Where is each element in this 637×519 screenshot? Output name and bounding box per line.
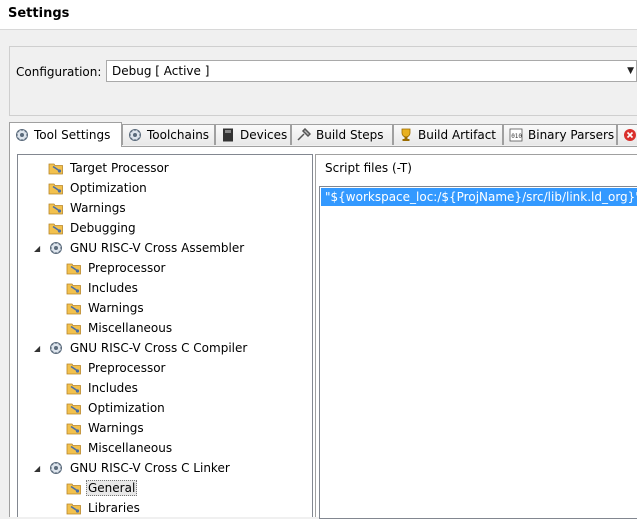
list-item[interactable]: "${workspace_loc:/${ProjName}/src/lib/li… <box>321 188 637 206</box>
expand-toggle-icon[interactable]: ◢ <box>34 464 44 473</box>
tab-label: Binary Parsers <box>528 128 615 142</box>
option-folder-icon <box>66 420 82 436</box>
tree-item-label: Optimization <box>88 401 165 415</box>
tree-item-label: General <box>86 480 138 496</box>
tree-item-label: GNU RISC-V Cross C Compiler <box>70 341 248 355</box>
tree-item[interactable]: General <box>18 478 138 498</box>
tree-item-label: Debugging <box>70 221 136 235</box>
option-folder-icon <box>48 200 64 216</box>
tree-item[interactable]: Warnings <box>18 418 146 438</box>
tab-error-parsers[interactable] <box>617 124 637 145</box>
tree-item-label: Miscellaneous <box>88 321 173 335</box>
tree-item-label: Preprocessor <box>88 361 166 375</box>
tree-item[interactable]: Warnings <box>18 298 146 318</box>
option-folder-icon <box>66 500 82 516</box>
tree-item-label: GNU RISC-V Cross Assembler <box>70 241 245 255</box>
tree-item[interactable]: Debugging <box>18 218 138 238</box>
tree-item-label: Optimization <box>70 181 147 195</box>
tree-item-label: Target Processor <box>70 161 169 175</box>
tab-tool-settings[interactable]: Tool Settings <box>9 122 122 147</box>
tab-toolchains[interactable]: Toolchains <box>122 124 215 145</box>
script-files-label: Script files (-T) <box>325 161 412 175</box>
tree-item-label: Includes <box>88 281 138 295</box>
tab-build-steps[interactable]: Build Steps <box>291 124 393 145</box>
tree-item-label: Miscellaneous <box>88 441 173 455</box>
dropdown-arrow-icon[interactable]: ▼ <box>627 66 634 76</box>
configuration-select[interactable]: Debug [ Active ] ▼ <box>106 60 637 82</box>
tree-item-label: Includes <box>88 381 138 395</box>
tree-item[interactable]: Optimization <box>18 178 149 198</box>
option-folder-icon <box>48 180 64 196</box>
tree-item-label: Warnings <box>70 201 126 215</box>
tab-devices[interactable]: Devices <box>215 124 291 145</box>
tree-item-label: Warnings <box>88 421 144 435</box>
configuration-value: Debug [ Active ] <box>112 64 210 78</box>
tool-gear-icon <box>48 460 64 476</box>
option-folder-icon <box>66 320 82 336</box>
option-folder-icon <box>66 360 82 376</box>
option-folder-icon <box>66 260 82 276</box>
option-folder-icon <box>66 400 82 416</box>
option-folder-icon <box>48 160 64 176</box>
tree-tool-node[interactable]: ◢ GNU RISC-V Cross C Linker <box>18 458 232 478</box>
page-title: Settings <box>8 6 70 21</box>
tree-item[interactable]: Preprocessor <box>18 258 167 278</box>
tab-label: Build Steps <box>316 128 384 142</box>
expand-toggle-icon[interactable]: ◢ <box>34 344 44 353</box>
option-folder-icon <box>66 380 82 396</box>
tree-item[interactable]: Warnings <box>18 198 128 218</box>
tree-item-label: Libraries <box>88 501 140 515</box>
tree-item-label: Warnings <box>88 301 144 315</box>
toolchains-icon <box>128 128 142 142</box>
configuration-label: Configuration: <box>16 65 102 79</box>
option-folder-icon <box>66 300 82 316</box>
devices-icon <box>221 128 235 142</box>
build-steps-icon <box>297 128 311 142</box>
script-files-list[interactable]: "${workspace_loc:/${ProjName}/src/lib/li… <box>319 186 637 519</box>
binary-parsers-icon: 010 <box>509 128 523 142</box>
tree-item[interactable]: Miscellaneous <box>18 318 174 338</box>
tree-item[interactable]: Target Processor <box>18 158 171 178</box>
tree-item[interactable]: Includes <box>18 378 140 398</box>
build-artifact-icon <box>399 128 413 142</box>
option-folder-icon <box>66 280 82 296</box>
tool-gear-icon <box>48 240 64 256</box>
settings-tabbar: Tool Settings Toolchains Devices Build Step… <box>9 122 637 147</box>
tool-settings-tree[interactable]: Target Processor Optimization Warnings Debu… <box>17 154 313 517</box>
settings-header: Settings <box>0 0 637 30</box>
error-parsers-icon <box>623 128 637 142</box>
tree-item-label: GNU RISC-V Cross C Linker <box>70 461 230 475</box>
tree-item[interactable]: Miscellaneous <box>18 438 174 458</box>
tree-tool-node[interactable]: ◢ GNU RISC-V Cross C Compiler <box>18 338 249 358</box>
tree-tool-node[interactable]: ◢ GNU RISC-V Cross Assembler <box>18 238 246 258</box>
tree-item[interactable]: Includes <box>18 278 140 298</box>
option-folder-icon <box>66 480 82 496</box>
svg-text:010: 010 <box>511 133 522 140</box>
option-panel: Script files (-T) "${workspace_loc:/${Pr… <box>315 154 637 519</box>
tree-item[interactable]: Libraries <box>18 498 142 517</box>
option-folder-icon <box>66 440 82 456</box>
tab-binary-parsers[interactable]: 010 Binary Parsers <box>503 124 617 145</box>
tab-label: Tool Settings <box>34 128 111 142</box>
tree-item[interactable]: Optimization <box>18 398 167 418</box>
tree-item[interactable]: Preprocessor <box>18 358 167 378</box>
tab-label: Build Artifact <box>418 128 496 142</box>
tool-gear-icon <box>48 340 64 356</box>
tree-item-label: Preprocessor <box>88 261 166 275</box>
tab-label: Toolchains <box>147 128 210 142</box>
tool-settings-icon <box>15 128 29 142</box>
expand-toggle-icon[interactable]: ◢ <box>34 244 44 253</box>
tab-label: Devices <box>240 128 288 142</box>
configuration-panel: Configuration: Debug [ Active ] ▼ <box>9 46 637 116</box>
option-folder-icon <box>48 220 64 236</box>
tab-build-artifact[interactable]: Build Artifact <box>393 124 503 145</box>
